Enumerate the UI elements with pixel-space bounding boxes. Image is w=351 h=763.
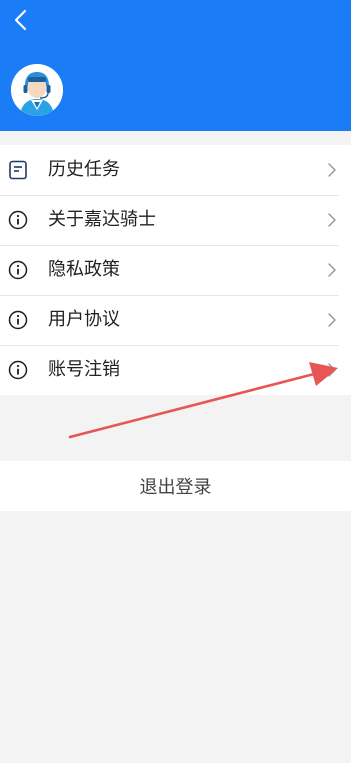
menu-item-label: 账号注销 — [48, 359, 120, 380]
menu-item-delete-account[interactable]: 账号注销 — [0, 345, 351, 395]
header-bar — [0, 0, 351, 131]
menu-item-privacy-policy[interactable]: 隐私政策 — [0, 245, 351, 295]
menu-item-label: 历史任务 — [48, 159, 120, 180]
info-circle-icon — [8, 360, 28, 380]
chevron-right-icon — [328, 313, 336, 327]
menu-item-about[interactable]: 关于嘉达骑士 — [0, 195, 351, 245]
logout-label: 退出登录 — [139, 477, 212, 498]
logout-button[interactable]: 退出登录 — [0, 461, 351, 511]
menu-item-label: 用户协议 — [48, 309, 120, 330]
document-list-icon — [9, 160, 27, 180]
chevron-right-icon — [328, 363, 336, 377]
chevron-right-icon — [328, 263, 336, 277]
menu-item-label: 关于嘉达骑士 — [48, 209, 156, 230]
menu-item-user-agreement[interactable]: 用户协议 — [0, 295, 351, 345]
info-circle-icon — [8, 310, 28, 330]
back-button[interactable] — [8, 6, 34, 34]
menu-item-label: 隐私政策 — [48, 259, 120, 280]
chevron-left-icon — [14, 9, 27, 31]
avatar[interactable] — [11, 64, 63, 116]
chevron-right-icon — [328, 213, 336, 227]
chevron-right-icon — [328, 163, 336, 177]
menu-item-history[interactable]: 历史任务 — [0, 145, 351, 195]
menu-list: 历史任务 关于嘉达骑士 隐私政策 用户协议 账号注销 — [0, 145, 351, 395]
rider-avatar-icon — [11, 64, 63, 116]
info-circle-icon — [8, 210, 28, 230]
info-circle-icon — [8, 260, 28, 280]
